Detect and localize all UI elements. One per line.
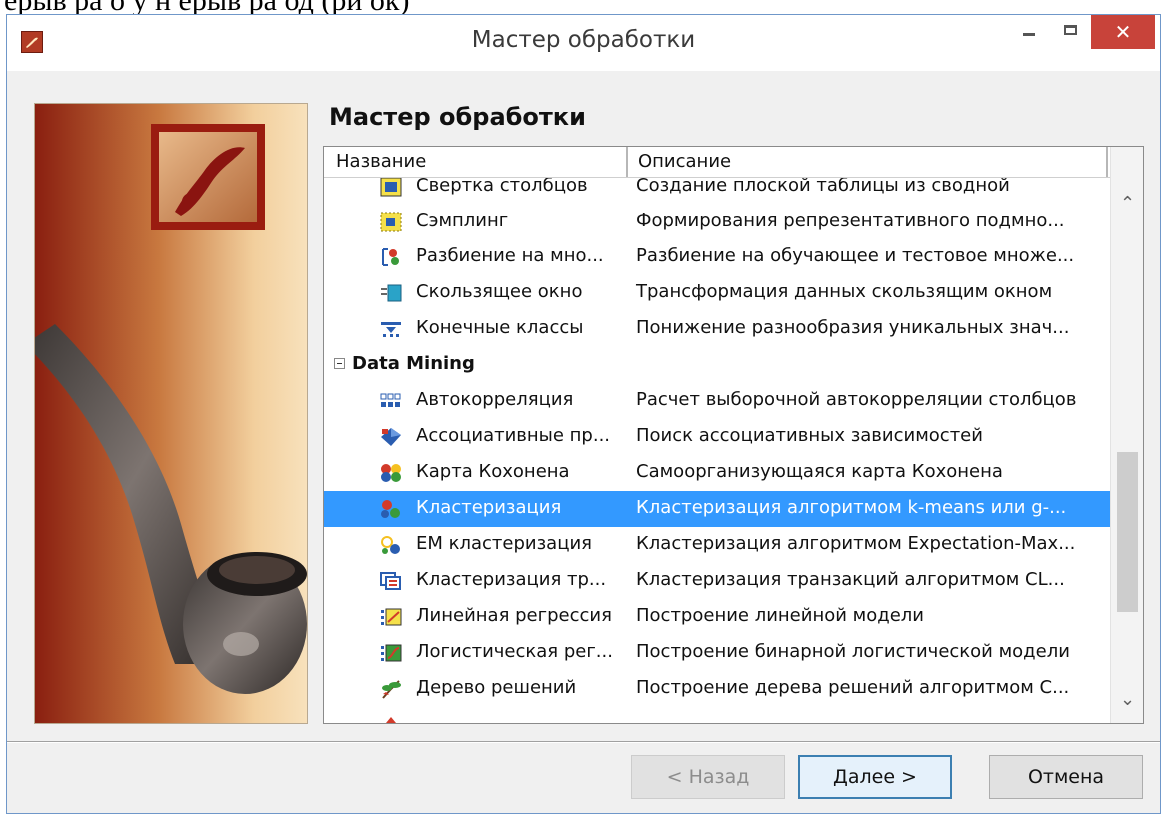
footer-divider-highlight [7,742,1160,743]
maximize-icon[interactable] [1049,15,1091,45]
item-description: Кластеризация алгоритмом Expectation-Max… [636,533,1076,554]
list-item[interactable]: Кластеризация тр... Кластеризация транза… [324,563,1110,599]
processing-method-list[interactable]: Свертка столбцов Создание плоской таблиц… [323,146,1144,724]
group-header-data-mining[interactable]: Data Mining [324,347,1110,383]
scroll-down-icon[interactable]: ⌄ [1111,683,1143,717]
item-description: Построение бинарной логистической модели [636,641,1070,662]
kohonen-map-icon [380,463,402,483]
column-header-description[interactable]: Описание [628,147,1108,177]
sampling-icon [380,212,402,232]
item-name: Автокорреляция [416,389,574,410]
partial-item-icon [380,715,402,723]
linear-regression-icon [380,607,402,627]
decision-tree-icon [380,679,402,699]
vertical-scrollbar[interactable]: ⌃ ⌄ [1110,147,1143,723]
item-description: Формирования репрезентативного подмно... [636,210,1065,231]
list-item[interactable]: Автокорреляция Расчет выборочной автокор… [324,383,1110,419]
item-description: Кластеризация транзакций алгоритмом CL..… [636,569,1065,590]
list-column-header: Название Описание [324,147,1110,178]
item-name: Карта Кохонена [416,461,570,482]
list-rows: Свертка столбцов Создание плоской таблиц… [324,169,1110,723]
item-name: Линейная регрессия [416,605,612,626]
item-name: Логистическая рег... [416,641,613,662]
scroll-up-icon[interactable]: ⌃ [1111,187,1143,221]
back-button[interactable]: < Назад [631,755,785,799]
item-name: Ассоциативные пр... [416,425,611,446]
list-item[interactable]: Логистическая рег... Построение бинарной… [324,635,1110,671]
list-item[interactable]: Скользящее окно Трансформация данных ско… [324,275,1110,311]
list-item[interactable]: Разбиение на мно... Разбиение на обучающ… [324,239,1110,275]
document-text-fragment: ерыв ра о у н ерыв ра од (ри ок) [0,0,1169,14]
list-item[interactable]: ЕМ кластеризация Кластеризация алгоритмо… [324,527,1110,563]
item-description: Самоорганизующаяся карта Кохонена [636,461,1003,482]
partition-icon [380,247,402,267]
list-item[interactable]: Конечные классы Понижение разнообразия у… [324,311,1110,347]
item-description: Понижение разнообразия уникальных знач..… [636,317,1070,338]
clustering-icon [380,499,402,519]
list-item[interactable]: Ассоциативные пр... Поиск ассоциативных … [324,419,1110,455]
item-description: Кластеризация алгоритмом k-means или g-.… [636,497,1067,518]
wizard-banner-image [34,103,308,724]
item-name: Дерево решений [416,677,577,698]
page-heading: Мастер обработки [329,103,586,131]
item-description: Построение дерева решений алгоритмом С..… [636,677,1070,698]
item-name: Скользящее окно [416,281,583,302]
group-name: Data Mining [352,353,475,374]
list-item-selected[interactable]: Кластеризация Кластеризация алгоритмом k… [324,491,1110,527]
item-name: Конечные классы [416,317,584,338]
item-name: ЕМ кластеризация [416,533,592,554]
cancel-button[interactable]: Отмена [989,755,1143,799]
logistic-regression-icon [380,643,402,663]
close-icon[interactable]: ✕ [1091,15,1155,49]
association-icon [380,427,402,447]
item-description: Построение линейной модели [636,605,924,626]
item-description: Расчет выборочной автокорреляции столбцо… [636,389,1077,410]
scrollbar-thumb[interactable] [1117,452,1138,612]
title-bar: Мастер обработки ✕ [7,15,1160,71]
item-name: Кластеризация [416,497,562,518]
list-item-partial[interactable] [324,707,1110,723]
list-item[interactable]: Карта Кохонена Самоорганизующаяся карта … [324,455,1110,491]
list-item[interactable]: Дерево решений Построение дерева решений… [324,671,1110,707]
item-description: Трансформация данных скользящим окном [636,281,1053,302]
item-description: Создание плоской таблицы из сводной [636,175,1010,196]
item-description: Поиск ассоциативных зависимостей [636,425,983,446]
next-button[interactable]: Далее > [798,755,952,799]
item-name: Кластеризация тр... [416,569,607,590]
column-header-name[interactable]: Название [324,147,628,177]
autocorrelation-icon [380,391,402,411]
wizard-window: Мастер обработки ✕ Мастер обработки Свер… [6,14,1161,814]
item-name: Свертка столбцов [416,175,588,196]
list-item[interactable]: Линейная регрессия Построение линейной м… [324,599,1110,635]
document-caption: ерыв ра о у н ерыв ра од (ри ок) [4,0,409,14]
item-name: Сэмплинг [416,210,509,231]
sliding-window-icon [380,283,402,303]
minimize-icon[interactable] [1009,15,1049,45]
em-clustering-icon [380,535,402,555]
window-title: Мастер обработки [471,27,696,53]
final-classes-icon [380,319,402,339]
collapse-icon[interactable] [334,358,345,369]
pivot-icon [380,177,402,197]
list-item[interactable]: Сэмплинг Формирования репрезентативного … [324,204,1110,240]
item-description: Разбиение на обучающее и тестовое множе.… [636,245,1075,266]
item-name: Разбиение на мно... [416,245,604,266]
transaction-clustering-icon [380,571,402,591]
